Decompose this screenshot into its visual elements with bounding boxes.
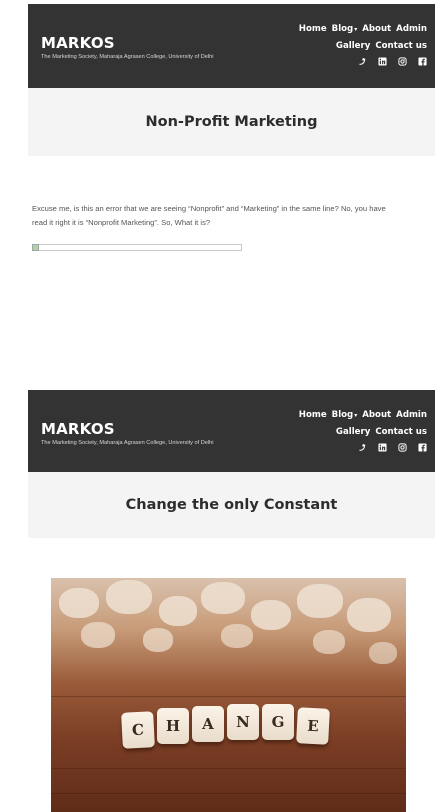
nav-row-secondary: Gallery Contact us: [262, 424, 427, 440]
twitter-icon[interactable]: [358, 57, 367, 66]
blurred-cube: [81, 622, 115, 648]
nav-row-primary: Home Blog▾ About Admin: [262, 21, 427, 38]
linkedin-icon[interactable]: [378, 443, 387, 452]
blurred-cube: [201, 582, 245, 614]
site-header: MARKOS The Marketing Society, Maharaja A…: [28, 4, 435, 88]
cube-letter: G: [271, 713, 285, 731]
site-header: MARKOS The Marketing Society, Maharaja A…: [28, 390, 435, 472]
brand[interactable]: MARKOS The Marketing Society, Maharaja A…: [41, 420, 246, 447]
nav-row-secondary: Gallery Contact us: [262, 38, 427, 54]
nav-about[interactable]: About: [362, 24, 391, 34]
cube-letter: E: [306, 716, 320, 736]
page-title: Change the only Constant: [125, 497, 338, 513]
site-tagline: The Marketing Society, Maharaja Agrasen …: [41, 54, 214, 60]
main-nav: Home Blog▾ About Admin Gallery Contact us: [262, 21, 427, 66]
chevron-down-icon[interactable]: ▾: [354, 26, 357, 33]
linkedin-icon[interactable]: [378, 57, 387, 66]
cube-letter: C: [131, 720, 145, 740]
chevron-down-icon[interactable]: ▾: [354, 412, 357, 419]
twitter-icon[interactable]: [358, 443, 367, 452]
nav-admin[interactable]: Admin: [396, 410, 427, 420]
blurred-cube: [106, 580, 152, 614]
nav-row-primary: Home Blog▾ About Admin: [262, 407, 427, 424]
letter-cube: G: [262, 704, 294, 740]
facebook-icon[interactable]: [418, 57, 427, 66]
letter-cube: A: [192, 706, 224, 742]
blurred-cube: [297, 584, 343, 618]
featured-image: C H A N G E: [51, 578, 406, 812]
title-band: Change the only Constant: [28, 472, 435, 538]
cube-letter: N: [236, 713, 250, 731]
nav-home[interactable]: Home: [299, 24, 327, 34]
letter-cube: C: [121, 711, 155, 749]
main-nav: Home Blog▾ About Admin Gallery Contact us: [262, 407, 427, 452]
broken-image-icon: [32, 244, 242, 251]
social-links: [262, 443, 427, 452]
nav-about[interactable]: About: [362, 410, 391, 420]
nav-contact[interactable]: Contact us: [375, 427, 427, 437]
nav-admin[interactable]: Admin: [396, 24, 427, 34]
cube-letter: H: [165, 717, 181, 735]
instagram-icon[interactable]: [398, 57, 407, 66]
page-snapshot-change: MARKOS The Marketing Society, Maharaja A…: [28, 390, 435, 538]
blurred-cube: [143, 628, 173, 652]
letter-cube: H: [157, 708, 189, 744]
site-name[interactable]: MARKOS: [41, 420, 246, 438]
nav-blog[interactable]: Blog: [332, 410, 354, 420]
blurred-cube: [251, 600, 291, 630]
nav-contact[interactable]: Contact us: [375, 41, 427, 51]
cube-letter: A: [202, 715, 214, 733]
letter-cube: E: [296, 707, 330, 745]
post-excerpt: Excuse me, is this an error that we are …: [32, 204, 386, 227]
letter-cube: N: [227, 704, 259, 740]
site-tagline: The Marketing Society, Maharaja Agrasen …: [41, 440, 214, 446]
nav-gallery[interactable]: Gallery: [336, 427, 370, 437]
facebook-icon[interactable]: [418, 443, 427, 452]
social-links: [262, 57, 427, 66]
blurred-cube: [221, 624, 253, 648]
blurred-cube: [59, 588, 99, 618]
blurred-cube: [159, 596, 197, 626]
nav-home[interactable]: Home: [299, 410, 327, 420]
blurred-cube: [369, 642, 397, 664]
site-name[interactable]: MARKOS: [41, 34, 246, 52]
brand[interactable]: MARKOS The Marketing Society, Maharaja A…: [41, 34, 246, 61]
wood-grain: [51, 696, 406, 697]
nav-gallery[interactable]: Gallery: [336, 41, 370, 51]
page-title: Non-Profit Marketing: [145, 114, 318, 130]
page-snapshot-nonprofit: MARKOS The Marketing Society, Maharaja A…: [28, 4, 435, 251]
blurred-cube: [347, 598, 391, 632]
wood-grain: [51, 793, 406, 794]
nav-blog[interactable]: Blog: [332, 24, 354, 34]
instagram-icon[interactable]: [398, 443, 407, 452]
title-band: Non-Profit Marketing: [28, 88, 435, 156]
blurred-cube: [313, 630, 345, 654]
post-content: Excuse me, is this an error that we are …: [28, 202, 435, 251]
wood-grain: [51, 768, 406, 769]
